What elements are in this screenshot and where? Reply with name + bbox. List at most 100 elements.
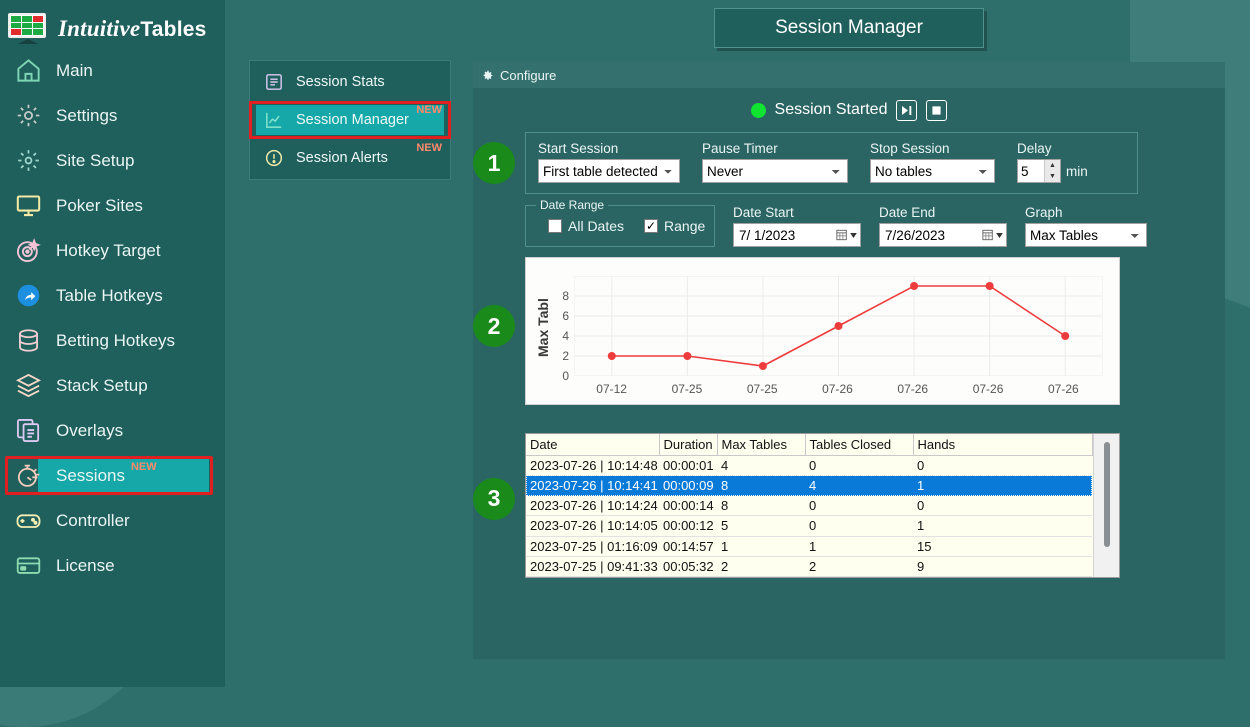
chart-y-tick: 8 — [562, 289, 569, 303]
new-badge: NEW — [416, 142, 442, 154]
table-cell: 0 — [913, 495, 1092, 517]
panel-header: Configure — [473, 62, 1225, 88]
sidebar-item-overlays[interactable]: Overlays — [0, 408, 225, 453]
table-cell: 2023-07-26 | 10:14:24 — [526, 495, 659, 517]
date-end-input[interactable]: 7/26/2023 — [879, 223, 1007, 247]
brand-title: IntuitiveTables — [58, 16, 206, 42]
chart-x-tick: 07-26 — [822, 382, 853, 396]
delay-stepper[interactable]: ▲ ▼ — [1017, 159, 1061, 183]
table-scrollbar[interactable] — [1092, 434, 1119, 577]
table-cell: 2023-07-26 | 10:14:41 — [526, 475, 659, 497]
table-cell: 00:14:57 — [659, 536, 717, 557]
sidebar-item-hotkey-target[interactable]: Hotkey Target — [0, 228, 225, 273]
graph-select[interactable]: Max TablesTables ClosedHandsDuration — [1025, 223, 1147, 247]
step-3-badge: 3 — [473, 477, 515, 520]
table-cell: 0 — [805, 455, 913, 476]
sidebar-item-label: Poker Sites — [56, 195, 143, 215]
table-column-header[interactable]: Hands — [913, 434, 1093, 456]
arrow-circle-icon — [8, 282, 48, 309]
stopwatch-icon — [8, 462, 48, 489]
chart-y-tick: 2 — [562, 349, 569, 363]
sidebar-item-stack-setup[interactable]: Stack Setup — [0, 363, 225, 408]
pause-session-button[interactable] — [896, 99, 918, 121]
table-cell: 00:00:14 — [659, 495, 717, 517]
sidebar-item-label: Sessions — [56, 465, 125, 485]
table-header-row: Date Duration Max Tables Tables Closed Hands — [526, 434, 1093, 456]
sidebar-item-label: Overlays — [56, 420, 124, 440]
alert-circle-icon — [260, 148, 288, 168]
stop-session-button[interactable] — [926, 99, 948, 121]
list-icon — [260, 72, 288, 92]
session-submenu: Session Stats Session Manager NEW Session A… — [249, 60, 451, 180]
submenu-item-session-alerts[interactable]: Session Alerts NEW — [250, 139, 450, 177]
sidebar-item-label: Table Hotkeys — [56, 285, 163, 305]
sidebar-item-label: Site Setup — [56, 150, 135, 170]
pause-timer-field: Pause Timer NeverNo tables1 min5 min — [702, 141, 848, 183]
sidebar-item-settings[interactable]: Settings — [0, 93, 225, 138]
table-column-header[interactable]: Tables Closed — [805, 434, 914, 456]
pause-timer-select[interactable]: NeverNo tables1 min5 min — [702, 159, 848, 183]
calendar-icon[interactable] — [982, 229, 1003, 241]
gear-icon — [483, 70, 493, 80]
pause-timer-label: Pause Timer — [702, 141, 778, 156]
date-start-input[interactable]: 7/ 1/2023 — [733, 223, 861, 247]
submenu-item-session-manager[interactable]: Session Manager NEW — [249, 101, 451, 139]
delay-increment-button[interactable]: ▲ — [1045, 160, 1060, 171]
table-row[interactable]: 2023-07-26 | 10:14:48 00:00:01 4 0 0 — [526, 455, 1092, 476]
range-checkbox-box: ✓ — [644, 219, 659, 233]
sidebar-item-controller[interactable]: Controller — [0, 498, 225, 543]
submenu-item-label: Session Manager — [296, 112, 409, 128]
sidebar-item-label: License — [56, 555, 115, 575]
table-row[interactable]: 2023-07-26 | 10:14:05 00:00:12 5 0 1 — [526, 515, 1092, 537]
table-cell: 1 — [717, 536, 805, 557]
table-cell: 0 — [805, 515, 913, 537]
start-session-field: Start Session First table detectedManual… — [538, 141, 680, 183]
chart-x-tick: 07-26 — [897, 382, 929, 396]
monitor-icon — [8, 192, 48, 219]
table-cell: 00:00:12 — [659, 515, 717, 537]
range-checkbox[interactable]: ✓ Range — [644, 218, 705, 234]
sessions-table: Date Duration Max Tables Tables Closed Hands… — [526, 434, 1093, 577]
table-row[interactable]: 2023-07-26 | 10:14:24 00:00:14 8 0 0 — [526, 495, 1092, 517]
all-dates-label: All Dates — [568, 218, 625, 234]
stop-session-select[interactable]: No tablesManualProgram exit — [870, 159, 995, 183]
delay-field: Delay ▲ ▼ min — [1017, 141, 1088, 183]
table-column-header[interactable]: Duration — [659, 434, 718, 456]
delay-input[interactable] — [1018, 160, 1044, 182]
sidebar-item-betting-hotkeys[interactable]: Betting Hotkeys — [0, 318, 225, 363]
chart-x-tick: 07-26 — [972, 382, 1004, 396]
table-cell: 4 — [717, 455, 805, 476]
sidebar-item-sessions[interactable]: Sessions NEW — [0, 453, 225, 498]
chevron-down-icon — [996, 232, 1003, 238]
sidebar-item-site-setup[interactable]: Site Setup — [0, 138, 225, 183]
sidebar-item-main[interactable]: Main — [0, 48, 225, 93]
table-scrollbar-thumb[interactable] — [1103, 442, 1110, 547]
table-column-header[interactable]: Max Tables — [717, 434, 806, 456]
table-column-header[interactable]: Date — [526, 434, 660, 456]
table-cell: 8 — [717, 475, 805, 497]
sidebar-item-poker-sites[interactable]: Poker Sites — [0, 183, 225, 228]
start-session-select[interactable]: First table detectedManualProgram start — [538, 159, 680, 183]
table-cell: 2 — [717, 556, 805, 577]
table-row[interactable]: 2023-07-25 | 09:41:33 00:05:32 2 2 9 — [526, 556, 1092, 577]
delay-label: Delay — [1017, 141, 1052, 156]
sidebar-item-table-hotkeys[interactable]: Table Hotkeys — [0, 273, 225, 318]
target-icon — [8, 237, 48, 264]
max-tables-chart: Max Tabl 0 2 4 6 8 07-12 07-25 07-25 07-26 07-26… — [525, 257, 1120, 405]
sidebar-item-license[interactable]: License — [0, 543, 225, 588]
table-cell: 8 — [717, 495, 805, 517]
page-title-tab[interactable]: Session Manager — [714, 8, 984, 48]
database-icon — [8, 327, 48, 354]
chart-y-tick: 0 — [562, 369, 569, 383]
submenu-item-session-stats[interactable]: Session Stats — [250, 63, 450, 101]
sidebar-item-label: Stack Setup — [56, 375, 148, 395]
calendar-icon[interactable] — [836, 229, 857, 241]
table-row[interactable]: 2023-07-26 | 10:14:41 00:00:09 8 4 1 — [526, 475, 1092, 497]
table-row[interactable]: 2023-07-25 | 01:16:09 00:14:57 1 1 15 — [526, 536, 1092, 557]
delay-decrement-button[interactable]: ▼ — [1045, 171, 1060, 182]
date-range-group: Date Range All Dates ✓ Range — [525, 198, 715, 247]
all-dates-checkbox[interactable]: All Dates — [548, 218, 624, 234]
table-cell: 00:05:32 — [659, 556, 717, 577]
home-icon — [8, 57, 48, 84]
chart-line-icon — [260, 110, 288, 130]
